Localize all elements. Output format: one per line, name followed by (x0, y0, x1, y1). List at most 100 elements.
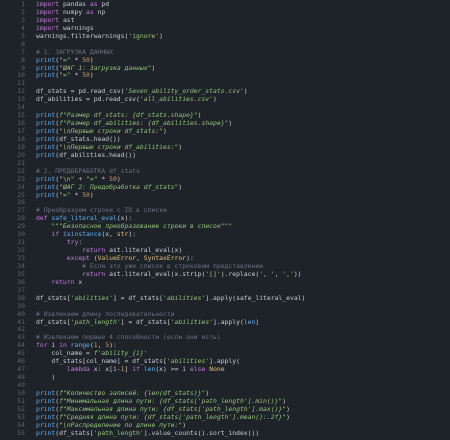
code-token: f"Минимальная длина пути: {df_stats['pat… (59, 396, 283, 405)
code-token: x: x[i- (89, 365, 121, 374)
code-token: f"Средняя длина пути: {df_stats['path_le… (59, 412, 287, 421)
code-token: None (209, 365, 225, 374)
code-token: ) (116, 174, 121, 183)
code-token: "ШАГ 1: Загрузка данных" (59, 63, 152, 72)
code-token: ValueError (97, 254, 137, 262)
code-token: 50 (82, 71, 90, 80)
code-token: print (36, 174, 56, 183)
code-token: print (36, 182, 56, 191)
code-token: for (36, 341, 48, 350)
code-token: if (51, 230, 60, 239)
code-token: ) (178, 182, 183, 191)
code-token: SyntaxError (143, 254, 187, 262)
code-line[interactable]: 5 warnings.filterwarnings('ignore') (0, 31, 450, 41)
code-token: ).replace( (220, 269, 260, 278)
code-line[interactable]: 47 lambda x: x[i-1] if len(x) >= i else … (0, 365, 450, 374)
code-line[interactable]: 20 print(df_abilities.head()) (0, 151, 450, 160)
code-token: ', ' (259, 269, 275, 278)
code-token: f"Максимальная длина пути: {df_stats['pa… (59, 404, 287, 413)
code-token: # Извлекаем длину последовательности (36, 309, 175, 318)
code-token: ].apply(safe_literal_eval) (205, 293, 306, 302)
code-token: 'path_length' (93, 428, 144, 437)
code-token: import (36, 7, 60, 16)
code-token: print (36, 63, 56, 72)
code-token: "=" (59, 190, 71, 199)
code-token: # Извлекаем первые 4 способности (если о… (36, 333, 221, 342)
code-token: ) (243, 87, 248, 96)
code-text: df_abilities = pd.read_csv('all_abilitie… (36, 95, 217, 104)
code-line[interactable]: 25 print("=" * 50) (0, 190, 450, 200)
code-token: "\n" (59, 174, 75, 183)
code-token: import (36, 15, 60, 24)
code-token: ast.literal_eval(x.strip( (105, 269, 206, 278)
code-token: ( (89, 254, 98, 262)
code-text: print("=" * 50) (36, 190, 94, 200)
code-token: print (36, 119, 56, 128)
code-line[interactable]: 48 ) (0, 373, 450, 382)
code-token: df_stats[ (36, 317, 71, 326)
code-token: * (70, 55, 83, 64)
code-token: "\nРаспределение по длине пути:" (59, 420, 183, 429)
code-token: print (36, 420, 56, 429)
code-token: df_stats[col_name] = df_stats[ (36, 357, 167, 366)
code-token: import (36, 23, 60, 32)
code-token: lambda (66, 365, 90, 374)
code-token: , (136, 254, 144, 262)
code-token: # Преобразуем строки с ID в списки (36, 206, 167, 215)
code-token: print (36, 412, 56, 421)
code-token: 50 (82, 190, 90, 199)
code-token: (df_stats.head()) (55, 134, 121, 143)
code-token: ) (89, 190, 94, 199)
code-text: print(df_abilities.head()) (36, 151, 136, 160)
code-token: "ШАГ 2: Предобработка df_stats" (59, 182, 179, 191)
code-token: print (36, 396, 56, 405)
code-token: warnings (59, 23, 94, 32)
code-line[interactable]: 38 df_stats['abilities'] = df_stats['abil… (0, 293, 450, 303)
code-token: "=" (59, 55, 71, 64)
code-token: print (36, 134, 56, 143)
code-token: '[]' (205, 269, 221, 278)
code-token: ) (159, 31, 163, 40)
code-text: df_stats['abilities'] = df_stats['abilit… (36, 293, 306, 303)
code-token: print (36, 55, 56, 64)
code-token: x (74, 277, 83, 286)
code-token: ) (205, 388, 210, 397)
code-token: "\nПервые строки df_abilities:" (59, 142, 179, 151)
code-editor[interactable]: 1 import pandas as pd 2 import numpy as np 3… (0, 0, 450, 440)
code-token: ): (186, 254, 194, 262)
code-token: df_stats = pd.read_csv( (36, 87, 125, 96)
code-line[interactable]: 10 print("=" * 50) (0, 71, 450, 80)
code-token: (x) >= i (155, 365, 190, 374)
code-token: in (59, 341, 67, 350)
code-token: print (36, 388, 56, 397)
code-line[interactable]: 41 df_stats['path_length'] = df_stats['ab… (0, 317, 450, 327)
code-token: ) (36, 373, 56, 382)
code-line[interactable]: 55 print(df_stats['path_length'].value_co… (0, 428, 450, 438)
code-token: ): (109, 341, 117, 350)
code-token: f"Размер df_stats: {df_stats.shape}" (59, 111, 198, 120)
code-token: 'all_abilities.csv' (139, 95, 213, 104)
code-token: 'abilities' (163, 293, 206, 302)
code-token: * (70, 190, 83, 199)
code-token: isinstance (62, 230, 102, 239)
code-token: warnings.filterwarnings( (36, 31, 129, 40)
code-line[interactable]: 13 df_abilities = pd.read_csv('all_abilit… (0, 95, 450, 104)
code-token: df_abilities = pd.read_csv( (36, 95, 140, 104)
code-token: ] = df_stats[ (120, 317, 171, 326)
code-token: ) (228, 119, 233, 128)
code-lines[interactable]: 1 import pandas as pd 2 import numpy as np 3… (0, 0, 450, 438)
code-token: np (93, 7, 106, 16)
code-token: return (82, 269, 106, 278)
code-token: ast (59, 15, 75, 24)
code-token: return (51, 277, 75, 286)
code-token: ) (151, 63, 156, 72)
code-token: # 2. ПРЕДОБРАБОТКА df_stats (36, 166, 140, 175)
code-token: ) (89, 55, 94, 64)
code-line[interactable]: 36 return x (0, 277, 450, 287)
code-token: df_stats[ (36, 293, 71, 302)
